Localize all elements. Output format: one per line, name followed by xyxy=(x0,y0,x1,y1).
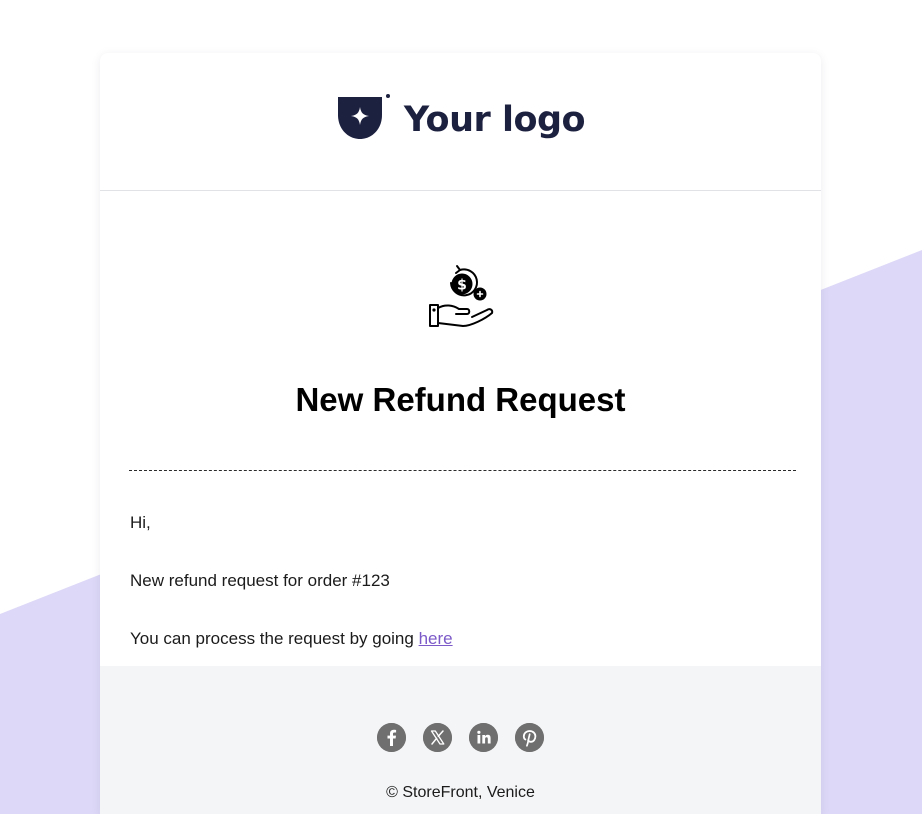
svg-text:$: $ xyxy=(457,278,467,294)
email-card: Your logo $ New Refund Request Hi, New r… xyxy=(100,53,821,814)
linkedin-icon xyxy=(469,723,498,752)
email-footer: © StoreFront, Venice xyxy=(100,666,821,814)
greeting-text: Hi, xyxy=(130,513,151,532)
message-text: New refund request for order #123 xyxy=(130,571,390,590)
page-title: New Refund Request xyxy=(295,381,626,418)
logo-text: Your logo xyxy=(403,99,586,140)
process-text-label: You can process the request by going xyxy=(130,629,419,648)
pinterest-link[interactable] xyxy=(515,723,544,752)
refund-hand-money-icon: $ xyxy=(429,265,494,327)
email-content: $ New Refund Request Hi, New refund requ… xyxy=(100,191,821,666)
dashed-divider xyxy=(129,470,796,471)
x-link[interactable] xyxy=(423,723,452,752)
email-header: Your logo xyxy=(100,53,821,191)
linkedin-link[interactable] xyxy=(469,723,498,752)
pinterest-icon xyxy=(515,723,544,752)
logo[interactable]: Your logo xyxy=(336,93,586,147)
facebook-icon xyxy=(377,723,406,752)
facebook-link[interactable] xyxy=(377,723,406,752)
process-request-link[interactable]: here xyxy=(419,629,453,648)
copyright-text: © StoreFront, Venice xyxy=(386,784,535,801)
shield-star-icon xyxy=(337,93,390,139)
process-text: You can process the request by going her… xyxy=(130,629,453,649)
social-links xyxy=(100,723,821,752)
x-twitter-icon xyxy=(423,723,452,752)
